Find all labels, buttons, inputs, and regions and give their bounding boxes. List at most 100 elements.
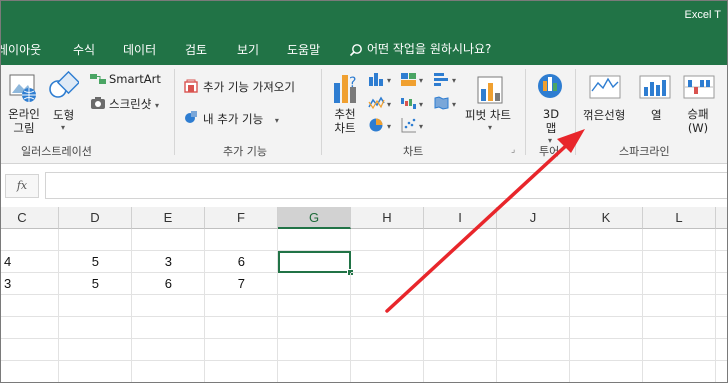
cell-k5[interactable] (570, 317, 643, 339)
cell-h7[interactable] (351, 361, 424, 382)
cell-f2[interactable]: 6 (205, 251, 278, 273)
column-header-g[interactable]: G (278, 207, 351, 229)
cell-e6[interactable] (132, 339, 205, 361)
cell-f7[interactable] (205, 361, 278, 382)
cell-i2[interactable] (424, 251, 497, 273)
smartart-icon[interactable] (89, 71, 107, 90)
cell-l5[interactable] (643, 317, 716, 339)
cell-j3[interactable] (497, 273, 570, 295)
cell-k6[interactable] (570, 339, 643, 361)
cell-f4[interactable] (205, 295, 278, 317)
cell-h3[interactable] (351, 273, 424, 295)
recommended-charts-button[interactable]: 추천 차트 (331, 107, 359, 135)
cell-h1[interactable] (351, 229, 424, 251)
column-header-j[interactable]: J (497, 207, 570, 229)
cell-g4[interactable] (278, 295, 351, 317)
line-chart-icon[interactable]: ▾ (368, 95, 396, 115)
tab-data[interactable]: 데이터 (123, 41, 156, 58)
cell-g5[interactable] (278, 317, 351, 339)
cell-m2[interactable] (716, 251, 727, 273)
tab-review[interactable]: 검토 (185, 41, 207, 58)
column-header-i[interactable]: I (424, 207, 497, 229)
cell-m7[interactable] (716, 361, 727, 382)
sparkline-winloss-icon[interactable] (683, 73, 715, 105)
cell-j2[interactable] (497, 251, 570, 273)
cell-e4[interactable] (132, 295, 205, 317)
cell-h6[interactable] (351, 339, 424, 361)
formula-input[interactable] (45, 172, 727, 199)
cell-l7[interactable] (643, 361, 716, 382)
cell-i5[interactable] (424, 317, 497, 339)
cell-f3[interactable]: 7 (205, 273, 278, 295)
insert-function-button[interactable]: fx (5, 174, 39, 198)
cell-i6[interactable] (424, 339, 497, 361)
sparkline-column-button[interactable]: 열 (651, 107, 662, 123)
cell-d1[interactable] (59, 229, 132, 251)
column-header-e[interactable]: E (132, 207, 205, 229)
sparkline-column-icon[interactable] (639, 73, 671, 105)
cell-f6[interactable] (205, 339, 278, 361)
tab-formulas[interactable]: 수식 (73, 41, 95, 58)
cell-e1[interactable] (132, 229, 205, 251)
my-addins-button[interactable]: 내 추가 기능 ▾ (203, 111, 279, 127)
pivot-chart-button[interactable]: 피벗 차트 (465, 107, 511, 123)
cell-i3[interactable] (424, 273, 497, 295)
cell-l1[interactable] (643, 229, 716, 251)
cell-d5[interactable] (59, 317, 132, 339)
cell-m1[interactable] (716, 229, 727, 251)
pivot-chart-caret[interactable]: ▾ (488, 123, 492, 132)
cell-g7[interactable] (278, 361, 351, 382)
cell-k1[interactable] (570, 229, 643, 251)
cell-c4[interactable] (1, 295, 59, 317)
cell-l2[interactable] (643, 251, 716, 273)
map-3d-icon[interactable] (535, 71, 565, 105)
cell-d2[interactable]: 5 (59, 251, 132, 273)
sparkline-line-button[interactable]: 꺾은선형 (583, 107, 625, 123)
cell-j7[interactable] (497, 361, 570, 382)
cell-e3[interactable]: 6 (132, 273, 205, 295)
cell-g1[interactable] (278, 229, 351, 251)
cell-i7[interactable] (424, 361, 497, 382)
get-addins-button[interactable]: 추가 기능 가져오기 (203, 79, 295, 95)
bar-chart-icon[interactable]: ▾ (433, 71, 461, 91)
column-header-m[interactable]: M (716, 207, 727, 229)
hierarchy-chart-icon[interactable]: ▾ (400, 71, 428, 91)
cell-k2[interactable] (570, 251, 643, 273)
column-header-c[interactable]: C (1, 207, 59, 229)
pie-chart-icon[interactable]: ▾ (368, 117, 396, 137)
column-header-f[interactable]: F (205, 207, 278, 229)
column-header-l[interactable]: L (643, 207, 716, 229)
cell-j6[interactable] (497, 339, 570, 361)
shapes-dropdown-caret[interactable]: ▾ (61, 123, 65, 132)
cell-k4[interactable] (570, 295, 643, 317)
cell-f5[interactable] (205, 317, 278, 339)
screenshot-button[interactable]: 스크린샷 ▾ (109, 96, 159, 112)
cell-j5[interactable] (497, 317, 570, 339)
map-chart-icon[interactable]: ▾ (433, 95, 461, 115)
cell-k7[interactable] (570, 361, 643, 382)
cell-m6[interactable] (716, 339, 727, 361)
sparkline-line-icon[interactable] (589, 73, 621, 105)
recommended-charts-icon[interactable]: ? (331, 71, 361, 109)
cell-c5[interactable] (1, 317, 59, 339)
waterfall-chart-icon[interactable]: ▾ (400, 95, 428, 115)
cell-e7[interactable] (132, 361, 205, 382)
cell-j4[interactable] (497, 295, 570, 317)
tab-help[interactable]: 도움말 (287, 41, 320, 58)
cell-l3[interactable] (643, 273, 716, 295)
cell-k3[interactable] (570, 273, 643, 295)
cell-d6[interactable] (59, 339, 132, 361)
cell-c1[interactable] (1, 229, 59, 251)
cell-i4[interactable] (424, 295, 497, 317)
scatter-chart-icon[interactable]: ▾ (400, 117, 428, 137)
tab-view[interactable]: 보기 (237, 41, 259, 58)
column-header-h[interactable]: H (351, 207, 424, 229)
cell-g3[interactable] (278, 273, 351, 295)
cell-f1[interactable] (205, 229, 278, 251)
column-chart-icon[interactable]: ▾ (368, 71, 396, 91)
cell-c7[interactable] (1, 361, 59, 382)
cell-d4[interactable] (59, 295, 132, 317)
cell-c3[interactable]: 3 (1, 273, 59, 295)
cell-m4[interactable] (716, 295, 727, 317)
cell-l4[interactable] (643, 295, 716, 317)
